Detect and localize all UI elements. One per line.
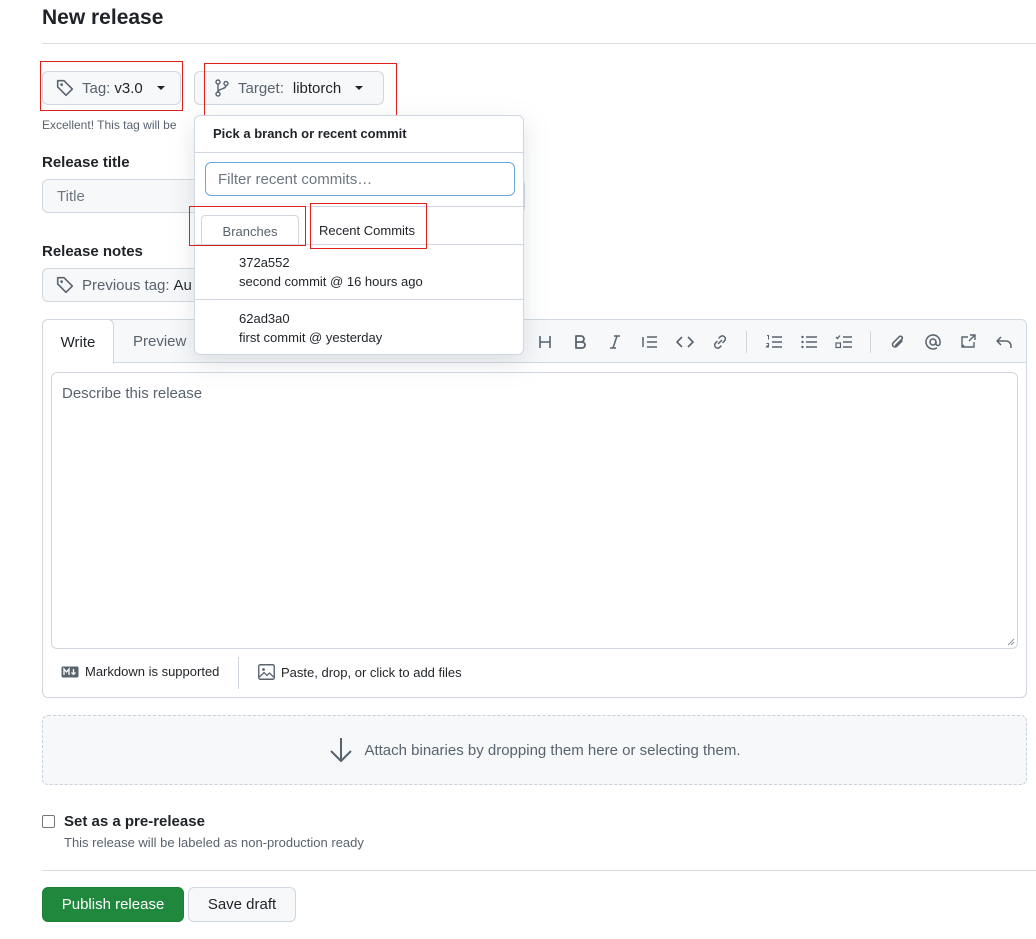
prerelease-label[interactable]: Set as a pre-release bbox=[64, 813, 205, 830]
target-picker-dropdown: Pick a branch or recent commit Filter re… bbox=[194, 115, 524, 355]
tag-status-note: Excellent! This tag will be bbox=[42, 118, 177, 132]
markdown-support-link[interactable]: Markdown is supported bbox=[61, 664, 219, 679]
dropdown-title: Pick a branch or recent commit bbox=[213, 126, 407, 141]
tag-picker-button[interactable]: Tag: v3.0 bbox=[42, 71, 181, 105]
branch-icon bbox=[215, 79, 229, 97]
commit-message: second commit @ 16 hours ago bbox=[239, 274, 423, 289]
tab-write[interactable]: Write bbox=[42, 319, 114, 364]
release-notes-label: Release notes bbox=[42, 243, 143, 260]
release-title-label: Release title bbox=[42, 154, 130, 171]
attach-binaries-dropzone[interactable]: Attach binaries by dropping them here or… bbox=[42, 715, 1027, 785]
arrow-down-icon bbox=[330, 738, 353, 762]
bold-icon[interactable] bbox=[570, 332, 590, 352]
add-files-button[interactable]: Paste, drop, or click to add files bbox=[258, 664, 462, 680]
tab-branches[interactable]: Branches bbox=[201, 215, 299, 246]
prerelease-checkbox[interactable] bbox=[42, 815, 55, 828]
mention-icon[interactable] bbox=[923, 332, 943, 352]
add-files-text: Paste, drop, or click to add files bbox=[281, 664, 462, 680]
filter-commits-input[interactable]: Filter recent commits… bbox=[205, 162, 515, 196]
attach-binaries-text: Attach binaries by dropping them here or… bbox=[364, 741, 741, 759]
undo-icon[interactable] bbox=[994, 332, 1014, 352]
commit-list-item[interactable]: 372a552 second commit @ 16 hours ago bbox=[195, 245, 523, 301]
actions-divider bbox=[42, 870, 1036, 871]
markdown-icon bbox=[61, 666, 79, 677]
previous-tag-value: Au bbox=[173, 276, 192, 294]
commit-sha: 372a552 bbox=[239, 255, 290, 270]
cross-reference-icon[interactable] bbox=[958, 332, 978, 352]
publish-release-button[interactable]: Publish release bbox=[42, 887, 184, 922]
tag-icon bbox=[56, 276, 74, 294]
dropdown-divider bbox=[195, 152, 523, 153]
target-picker-button[interactable]: Target: libtorch bbox=[194, 71, 384, 105]
tab-recent-commits[interactable]: Recent Commits bbox=[311, 215, 423, 246]
heading-icon[interactable] bbox=[535, 332, 555, 352]
commit-message: first commit @ yesterday bbox=[239, 330, 383, 345]
previous-tag-prefix: Previous tag: bbox=[82, 276, 170, 294]
code-icon[interactable] bbox=[675, 332, 695, 352]
chevron-down-icon bbox=[355, 86, 364, 90]
dropdown-divider bbox=[195, 206, 523, 207]
tag-icon bbox=[56, 79, 74, 97]
target-button-value: libtorch bbox=[292, 79, 342, 97]
target-button-prefix: Target: bbox=[238, 79, 284, 97]
markdown-support-text: Markdown is supported bbox=[85, 664, 220, 679]
italic-icon[interactable] bbox=[605, 332, 625, 352]
footer-divider bbox=[238, 657, 239, 689]
resize-handle-icon[interactable] bbox=[1007, 638, 1015, 646]
tab-preview[interactable]: Preview bbox=[133, 333, 186, 350]
task-list-icon[interactable] bbox=[834, 332, 854, 352]
filter-commits-placeholder: Filter recent commits… bbox=[218, 170, 373, 188]
commit-sha: 62ad3a0 bbox=[239, 311, 290, 326]
page-title: New release bbox=[42, 6, 164, 29]
paperclip-icon[interactable] bbox=[888, 332, 908, 352]
bulleted-list-icon[interactable] bbox=[799, 332, 819, 352]
toolbar-divider bbox=[746, 331, 747, 353]
tag-button-value: v3.0 bbox=[114, 79, 143, 97]
markdown-editor: Write Preview Describe this release Mark… bbox=[42, 319, 1027, 698]
editor-toolbar: Write Preview bbox=[42, 319, 1026, 364]
prerelease-description: This release will be labeled as non-prod… bbox=[64, 835, 364, 850]
save-draft-button[interactable]: Save draft bbox=[188, 887, 296, 922]
release-title-placeholder: Title bbox=[57, 187, 85, 205]
quote-icon[interactable] bbox=[640, 332, 660, 352]
release-description-textarea[interactable]: Describe this release bbox=[51, 372, 1018, 649]
chevron-down-icon bbox=[156, 86, 165, 90]
link-icon[interactable] bbox=[710, 332, 730, 352]
tag-button-prefix: Tag: bbox=[82, 79, 111, 97]
toolbar-divider bbox=[870, 331, 871, 353]
commit-list-item[interactable]: 62ad3a0 first commit @ yesterday bbox=[195, 301, 523, 357]
numbered-list-icon[interactable] bbox=[764, 332, 784, 352]
dropdown-divider bbox=[195, 299, 523, 300]
textarea-placeholder: Describe this release bbox=[62, 385, 203, 402]
image-icon bbox=[258, 664, 275, 680]
header-divider bbox=[42, 43, 1036, 44]
